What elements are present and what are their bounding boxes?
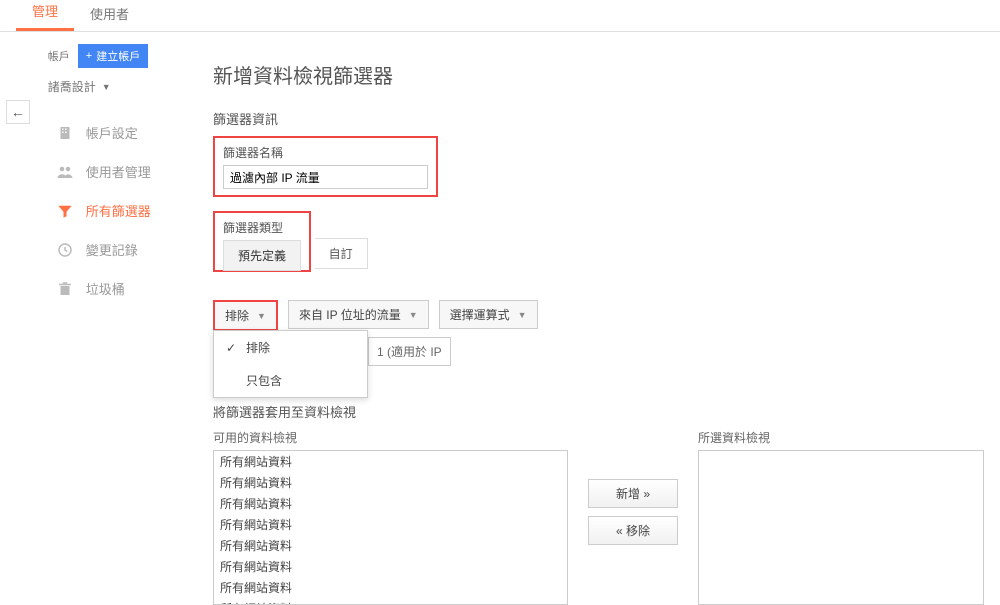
- nav-label: 變更記錄: [86, 240, 138, 259]
- add-button[interactable]: 新增 »: [588, 479, 678, 508]
- expression-dropdown[interactable]: 選擇運算式 ▼: [439, 300, 538, 329]
- chevron-down-icon: ▼: [409, 310, 418, 320]
- dropdown-value: 選擇運算式: [450, 306, 510, 323]
- chevron-down-icon: ▼: [257, 311, 266, 321]
- menu-item-label: 只包含: [246, 372, 282, 389]
- funnel-icon: [56, 202, 74, 220]
- filter-type-predefined[interactable]: 預先定義: [224, 241, 300, 270]
- exclude-dropdown-menu: ✓ 排除 只包含: [213, 330, 368, 398]
- nav-user-management[interactable]: 使用者管理: [48, 152, 207, 191]
- filter-type-highlight: 篩選器類型 預先定義: [213, 211, 311, 272]
- create-account-button[interactable]: + 建立帳戶: [78, 44, 148, 68]
- filter-name-highlight: 篩選器名稱: [213, 136, 438, 197]
- chevron-down-icon: ▼: [518, 310, 527, 320]
- nav-change-log[interactable]: 變更記錄: [48, 230, 207, 269]
- list-item[interactable]: 所有網站資料: [214, 598, 567, 605]
- menu-item-label: 排除: [246, 339, 270, 356]
- building-icon: [56, 124, 74, 142]
- list-item[interactable]: 所有網站資料: [214, 577, 567, 598]
- selected-views-label: 所選資料檢視: [698, 429, 984, 446]
- list-item[interactable]: 所有網站資料: [214, 514, 567, 535]
- dropdown-value: 來自 IP 位址的流量: [299, 306, 401, 323]
- traffic-source-dropdown[interactable]: 來自 IP 位址的流量 ▼: [288, 300, 429, 329]
- list-item[interactable]: 所有網站資料: [214, 451, 567, 472]
- create-account-label: 建立帳戶: [96, 48, 140, 64]
- available-views-label: 可用的資料檢視: [213, 429, 568, 446]
- exclude-include-dropdown[interactable]: 排除 ▼: [213, 300, 278, 331]
- people-icon: [56, 163, 74, 181]
- menu-item-include[interactable]: 只包含: [214, 364, 367, 397]
- filter-name-input[interactable]: [223, 165, 428, 189]
- menu-item-exclude[interactable]: ✓ 排除: [214, 331, 367, 364]
- tab-admin[interactable]: 管理: [16, 0, 74, 31]
- tab-users[interactable]: 使用者: [74, 0, 145, 31]
- list-item[interactable]: 所有網站資料: [214, 556, 567, 577]
- page-title: 新增資料檢視篩選器: [213, 60, 984, 89]
- plus-icon: +: [86, 50, 92, 62]
- history-icon: [56, 241, 74, 259]
- account-selected-name: 諸喬設計: [48, 78, 96, 95]
- partial-hint-box: 1 (適用於 IP: [368, 337, 451, 366]
- filter-type-custom[interactable]: 自訂: [315, 238, 368, 269]
- nav-trash[interactable]: 垃圾桶: [48, 269, 207, 308]
- list-item[interactable]: 所有網站資料: [214, 472, 567, 493]
- account-selector[interactable]: 諸喬設計 ▼: [48, 78, 207, 95]
- filter-name-label: 篩選器名稱: [223, 144, 428, 161]
- filter-type-label: 篩選器類型: [223, 219, 301, 236]
- nav-label: 垃圾桶: [86, 279, 125, 298]
- chevron-down-icon: ▼: [102, 82, 111, 92]
- list-item[interactable]: 所有網站資料: [214, 493, 567, 514]
- nav-label: 使用者管理: [86, 162, 151, 181]
- remove-button[interactable]: « 移除: [588, 516, 678, 545]
- nav-label: 帳戶設定: [86, 123, 138, 142]
- nav-label: 所有篩選器: [86, 201, 151, 220]
- trash-icon: [56, 280, 74, 298]
- dropdown-value: 排除: [225, 307, 249, 324]
- available-views-list[interactable]: 所有網站資料所有網站資料所有網站資料所有網站資料所有網站資料所有網站資料所有網站…: [213, 450, 568, 605]
- filter-info-label: 篩選器資訊: [213, 109, 984, 128]
- check-icon: ✓: [226, 341, 238, 355]
- selected-views-list[interactable]: [698, 450, 984, 605]
- list-item[interactable]: 所有網站資料: [214, 535, 567, 556]
- account-label: 帳戶: [48, 48, 70, 64]
- back-button[interactable]: ←: [6, 100, 30, 124]
- nav-all-filters[interactable]: 所有篩選器: [48, 191, 207, 230]
- apply-filter-label: 將篩選器套用至資料檢視: [213, 402, 984, 421]
- nav-account-settings[interactable]: 帳戶設定: [48, 113, 207, 152]
